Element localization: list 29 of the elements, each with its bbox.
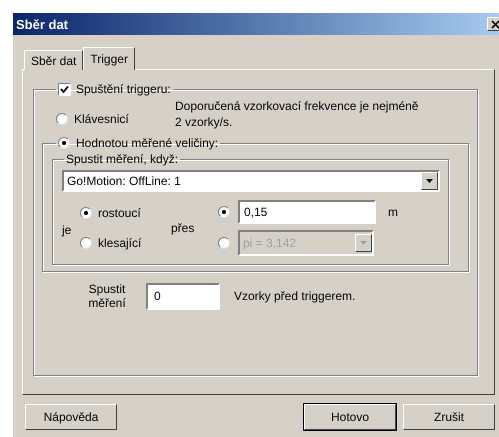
- window-title: Sběr dat: [15, 16, 68, 32]
- radio-button[interactable]: [58, 137, 70, 149]
- dialog-button[interactable]: Hotovo: [304, 404, 396, 430]
- tab[interactable]: Trigger: [83, 47, 135, 70]
- close-icon: [490, 20, 499, 28]
- sensor-dropdown[interactable]: Go!Motion: OffLine: 1: [62, 170, 440, 192]
- label: Spustit měření: [87, 282, 127, 310]
- dialog-button[interactable]: Zrušit: [403, 404, 495, 430]
- radio-button[interactable]: [218, 206, 230, 218]
- radio-button[interactable]: [80, 207, 92, 219]
- label: Vzorky před triggerem.: [234, 289, 356, 303]
- radio-button[interactable]: [80, 237, 92, 249]
- label: přes: [171, 221, 196, 235]
- hint-text: Doporučená vzorkovací frekvence je nejméně 2 vzorky/s.: [175, 98, 420, 130]
- tab[interactable]: Sběr dat: [24, 50, 84, 70]
- radio-button[interactable]: [56, 113, 68, 125]
- label: je: [62, 223, 72, 237]
- unit-label: m: [388, 205, 398, 219]
- radio-label: Hodnotou měřené veličiny:: [76, 136, 218, 150]
- radio-label: rostoucí: [98, 206, 141, 220]
- dialog-button[interactable]: Nápověda: [25, 404, 117, 430]
- checkbox-label: Spuštění triggeru:: [76, 82, 171, 96]
- radio-label: klesající: [98, 236, 142, 250]
- group-title: Spustit měření, když:: [65, 152, 180, 166]
- threshold-field[interactable]: 0,15: [238, 200, 376, 224]
- radio-label: Klávesnicí: [74, 112, 129, 126]
- checkbox[interactable]: [58, 82, 71, 96]
- close-button[interactable]: [487, 17, 499, 31]
- samples-field[interactable]: 0: [146, 282, 220, 310]
